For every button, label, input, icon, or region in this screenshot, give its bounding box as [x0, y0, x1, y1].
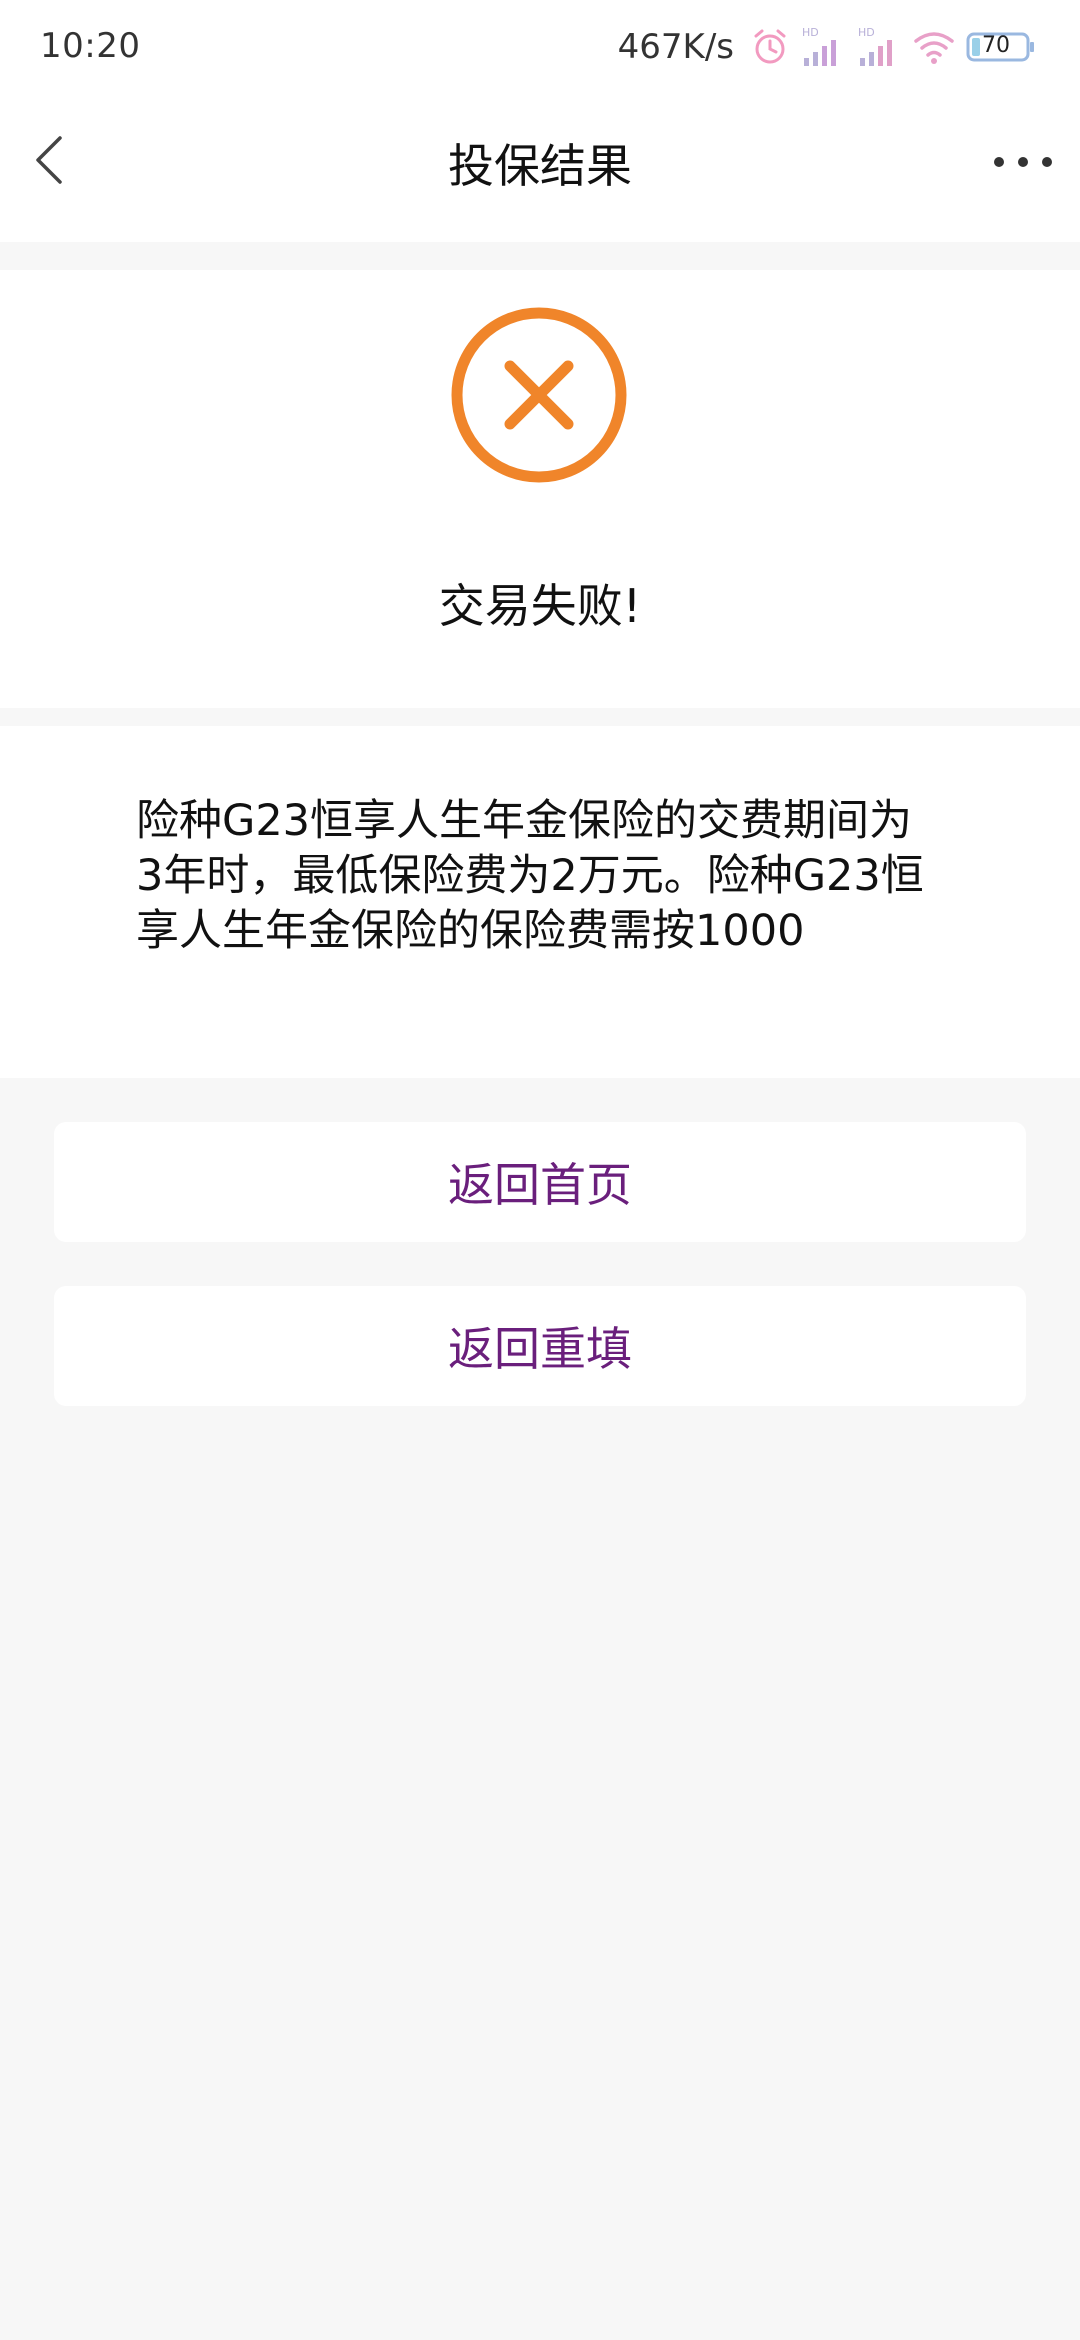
error-message: 险种G23恒享人生年金保险的交费期间为3年时，最低保险费为2万元。险种G23恒享…: [136, 796, 924, 956]
signal-hd-icon: HD: [856, 24, 902, 70]
nav-bar: 投保结果: [0, 96, 1080, 242]
wifi-icon: [912, 27, 956, 67]
signal-hd-icon: HD: [800, 24, 846, 70]
return-refill-button[interactable]: 返回重填: [54, 1286, 1026, 1406]
alarm-icon: [750, 27, 790, 67]
result-card: 交易失败!: [0, 270, 1080, 708]
status-icons: 467K/s HD HD 70: [618, 22, 1036, 72]
net-speed: 467K/s: [617, 27, 734, 67]
battery-level: 70: [982, 33, 1010, 58]
page-title: 投保结果: [448, 139, 632, 193]
message-card: 险种G23恒享人生年金保险的交费期间为3年时，最低保险费为2万元。险种G23恒享…: [0, 726, 1080, 1078]
status-bar: 10:20 467K/s HD HD 70: [0, 0, 1080, 96]
svg-text:HD: HD: [858, 26, 875, 39]
more-button[interactable]: [990, 142, 1056, 182]
battery-icon: 70: [966, 31, 1036, 63]
more-dots-icon: [990, 157, 1056, 186]
close-circle-icon: [450, 306, 628, 484]
return-home-button[interactable]: 返回首页: [54, 1122, 1026, 1242]
svg-text:HD: HD: [802, 26, 819, 39]
status-time: 10:20: [40, 26, 141, 66]
result-status-text: 交易失败!: [438, 579, 642, 633]
